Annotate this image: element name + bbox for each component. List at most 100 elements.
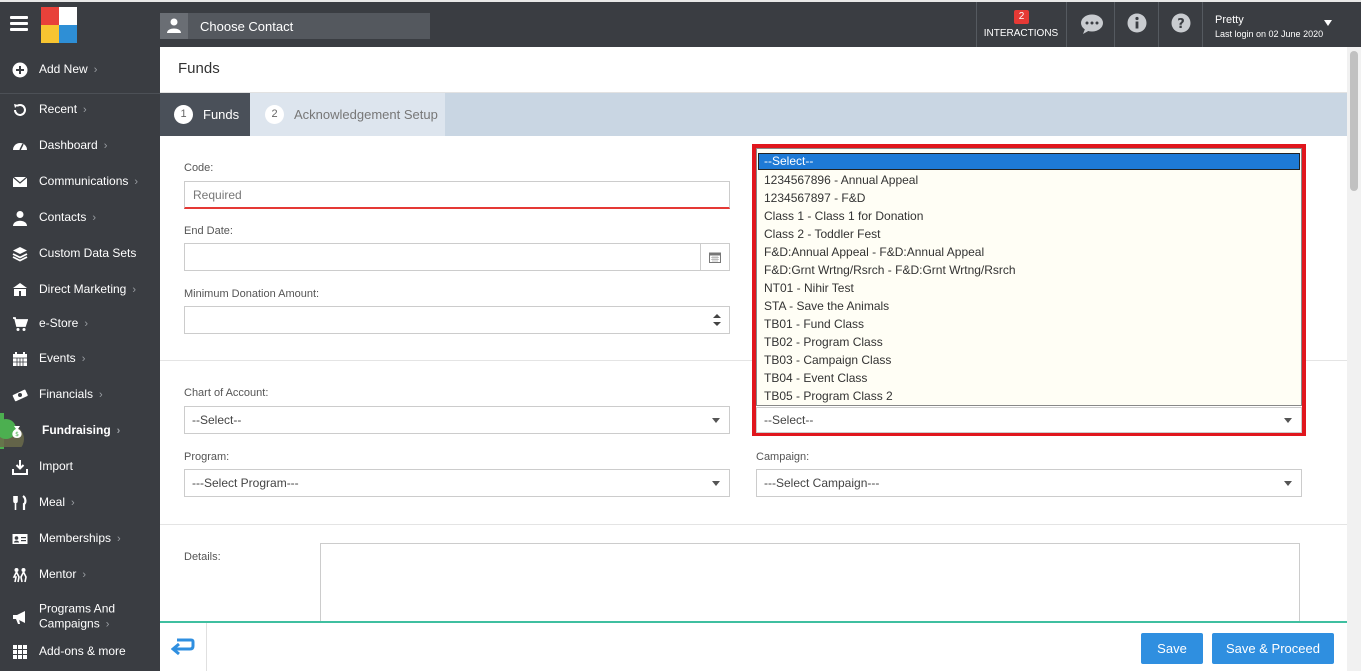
sidebar-item-e-store[interactable]: e-Store › [0,306,160,342]
sidebar-item-label: Add New [39,62,88,76]
end-date-input[interactable] [184,243,730,271]
stepper-icon[interactable] [713,313,721,327]
sidebar-item-label: Programs And [39,601,116,616]
back-button[interactable] [160,623,207,671]
sidebar-item-memberships[interactable]: Memberships › [0,521,160,557]
interactions-label: INTERACTIONS [983,28,1059,39]
choose-contact-button[interactable]: Choose Contact [160,13,430,39]
divider [160,524,1347,525]
sidebar-item-direct-marketing[interactable]: Direct Marketing › [0,272,160,308]
help-icon[interactable]: ? [1171,13,1193,35]
dropdown-option[interactable]: --Select-- [758,153,1300,170]
dropdown-option[interactable]: TB03 - Campaign Class [757,351,1301,369]
history-icon [14,104,26,116]
divider [1066,2,1067,47]
divider [1114,2,1115,47]
sidebar-item-programs-and-campaigns[interactable]: Programs And Campaigns › [0,597,160,637]
user-menu[interactable]: Pretty Last login on 02 June 2020 [1215,14,1323,39]
money-bag-icon: $ [12,426,22,438]
sidebar-item-add-new[interactable]: Add New › [0,52,160,88]
class-dropdown-list[interactable]: --Select-- 1234567896 - Annual Appeal 12… [756,148,1302,406]
sidebar-item-import[interactable]: Import [0,449,160,485]
megaphone-icon [13,611,25,624]
info-icon[interactable] [1127,13,1149,35]
campaign-select[interactable]: ---Select Campaign--- [756,469,1302,497]
dropdown-option[interactable]: F&D:Grnt Wrtng/Rsrch - F&D:Grnt Wrtng/Rs… [757,261,1301,279]
sidebar-item-label: Dashboard [39,138,98,152]
id-card-icon [12,534,28,544]
code-input[interactable]: Required [184,181,730,209]
dropdown-option[interactable]: F&D:Annual Appeal - F&D:Annual Appeal [757,243,1301,261]
chat-icon[interactable] [1080,13,1103,35]
dropdown-option[interactable]: Class 1 - Class 1 for Donation [757,207,1301,225]
tab-acknowledgement-setup[interactable]: 2 Acknowledgement Setup [250,93,445,136]
sidebar-item-events[interactable]: Events › [0,341,160,377]
dropdown-option[interactable]: TB04 - Event Class [757,369,1301,387]
dropdown-option[interactable]: Class 2 - Toddler Fest [757,225,1301,243]
save-proceed-button[interactable]: Save & Proceed [1212,633,1334,664]
step-number: 2 [265,105,284,124]
min-donation-input[interactable] [184,306,730,334]
dropdown-option[interactable]: STA - Save the Animals [757,297,1301,315]
dropdown-option[interactable]: TB01 - Fund Class [757,315,1301,333]
sidebar-item-label: Direct Marketing [39,282,127,296]
calendar-icon [13,352,27,366]
caret-down-icon[interactable] [1324,20,1332,26]
sidebar-item-communications[interactable]: Communications › [0,164,160,200]
scrollbar[interactable] [1347,47,1361,671]
chevron-right-icon: › [99,389,103,401]
sidebar-item-recent[interactable]: Recent › [0,92,160,128]
sidebar-item-meal[interactable]: Meal › [0,485,160,521]
sidebar-item-custom-data-sets[interactable]: Custom Data Sets [0,236,160,272]
footer-bar: Save Save & Proceed [160,621,1347,671]
chevron-right-icon: › [116,425,121,437]
wizard-tabs: 1 Funds 2 Acknowledgement Setup [160,93,1347,136]
sidebar-item-mentor[interactable]: Mentor › [0,557,160,593]
dropdown-option[interactable]: 1234567896 - Annual Appeal [757,171,1301,189]
class-select[interactable]: --Select-- [756,407,1302,433]
program-select[interactable]: ---Select Program--- [184,469,730,497]
chart-of-account-select[interactable]: --Select-- [184,406,730,434]
user-icon [13,211,27,226]
svg-text:?: ? [1177,17,1185,32]
download-icon [12,460,28,475]
chart-of-account-label: Chart of Account: [184,387,269,399]
dropdown-option[interactable]: TB05 - Program Class 2 [757,387,1301,405]
calendar-icon[interactable] [700,244,729,270]
sidebar-item-label: Campaigns [39,616,100,631]
caret-down-icon [1284,418,1292,423]
envelope-icon [12,176,28,187]
sidebar-item-label: Communications [39,174,129,188]
sidebar-item-label: Meal [39,495,66,509]
sidebar-item-fundraising[interactable]: $ Fundraising › [0,413,160,449]
cart-icon [13,317,28,331]
sidebar-item-label: e-Store [39,316,79,330]
dropdown-option[interactable]: 1234567897 - F&D [757,189,1301,207]
sidebar-item-label: Memberships [39,531,112,545]
sidebar-item-financials[interactable]: Financials › [0,377,160,413]
details-textarea[interactable] [320,543,1300,633]
page-title: Funds [178,60,220,77]
sidebar: Add New › Recent › Dashboard › Communicatio… [0,47,160,671]
user-name: Pretty [1215,14,1244,26]
sidebar-item-add-ons[interactable]: Add-ons & more [0,634,160,670]
save-button[interactable]: Save [1141,633,1203,664]
sidebar-item-dashboard[interactable]: Dashboard › [0,128,160,164]
caret-down-icon [712,418,720,423]
caret-down-icon [712,481,720,486]
dropdown-option[interactable]: TB02 - Program Class [757,333,1301,351]
program-value: ---Select Program--- [192,476,299,490]
hamburger-menu-icon[interactable] [10,16,28,31]
step-number: 1 [174,105,193,124]
chevron-right-icon: › [84,318,89,330]
sidebar-item-contacts[interactable]: Contacts › [0,200,160,236]
svg-text:$: $ [15,431,19,438]
scrollbar-thumb[interactable] [1350,51,1358,191]
tab-funds[interactable]: 1 Funds [160,93,250,136]
app-logo[interactable] [41,7,77,43]
caret-down-icon [1284,481,1292,486]
interactions-button[interactable]: 2 INTERACTIONS [977,2,1065,47]
sidebar-item-label: Events [39,351,76,365]
sidebar-item-label: Mentor [39,567,77,581]
dropdown-option[interactable]: NT01 - Nihir Test [757,279,1301,297]
